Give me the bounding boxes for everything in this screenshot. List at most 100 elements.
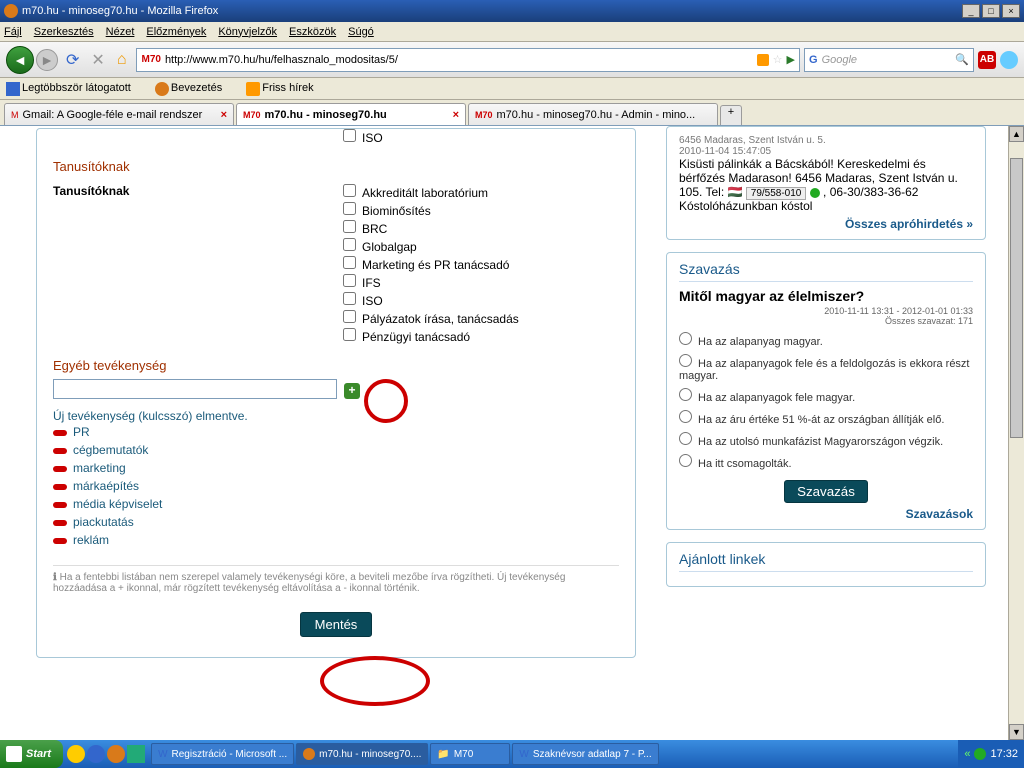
links-box: Ajánlott linkek	[666, 542, 986, 587]
checkbox-option[interactable]: Biominősítés	[343, 202, 519, 220]
remove-icon[interactable]	[53, 502, 67, 508]
scrollbar[interactable]: ▲ ▼	[1008, 126, 1024, 740]
checkbox-input[interactable]	[343, 184, 356, 197]
hint-text: ℹ Ha a fentebbi listában nem szerepel va…	[53, 565, 619, 594]
ql-icon[interactable]	[87, 745, 105, 763]
remove-icon[interactable]	[53, 448, 67, 454]
checkbox-option[interactable]: BRC	[343, 220, 519, 238]
menu-help[interactable]: Súgó	[348, 26, 374, 38]
poll-option[interactable]: Ha itt csomagolták.	[679, 454, 973, 470]
taskbar-item[interactable]: 📁M70	[430, 743, 510, 765]
bookmark-star-icon[interactable]: ☆	[773, 53, 783, 66]
checkbox-input[interactable]	[343, 238, 356, 251]
folder-icon: 📁	[437, 749, 449, 760]
remove-icon[interactable]	[53, 430, 67, 436]
menu-file[interactable]: Fájl	[4, 26, 22, 38]
checkbox-option[interactable]: IFS	[343, 274, 519, 292]
radio-input[interactable]	[679, 410, 692, 423]
scroll-down-icon[interactable]: ▼	[1009, 724, 1024, 740]
search-box[interactable]: G Google 🔍	[804, 48, 974, 72]
scroll-thumb[interactable]	[1010, 158, 1023, 438]
menu-view[interactable]: Nézet	[106, 26, 135, 38]
ql-icon[interactable]	[127, 745, 145, 763]
checkbox-input[interactable]	[343, 310, 356, 323]
taskbar-item[interactable]: WSzaknévsor adatlap 7 - P...	[512, 743, 658, 765]
remove-icon[interactable]	[53, 484, 67, 490]
checkbox-option[interactable]: Globalgap	[343, 238, 519, 256]
adblock-icon[interactable]: AB	[978, 51, 996, 69]
poll-option[interactable]: Ha az utolsó munkafázist Magyarországon …	[679, 432, 973, 448]
tab-close-icon[interactable]: ×	[215, 109, 227, 121]
start-button[interactable]: Start	[0, 740, 63, 768]
remove-icon[interactable]	[53, 520, 67, 526]
ie-tab-icon[interactable]	[1000, 51, 1018, 69]
taskbar-item[interactable]: m70.hu - minoseg70....	[296, 743, 428, 765]
radio-input[interactable]	[679, 388, 692, 401]
radio-input[interactable]	[679, 332, 692, 345]
reload-icon[interactable]: ⟳	[66, 50, 79, 70]
go-icon[interactable]: ▶	[787, 53, 795, 66]
taskbar-item[interactable]: WRegisztráció - Microsoft ...	[151, 743, 294, 765]
poll-option[interactable]: Ha az alapanyagok fele és a feldolgozás …	[679, 354, 973, 382]
menu-bookmarks[interactable]: Könyvjelzők	[218, 26, 277, 38]
stop-icon[interactable]: ✕	[91, 50, 104, 70]
remove-icon[interactable]	[53, 466, 67, 472]
checkbox-input[interactable]	[343, 292, 356, 305]
tab-m70-admin[interactable]: M70 m70.hu - minoseg70.hu - Admin - mino…	[468, 103, 718, 125]
search-placeholder: Google	[822, 54, 857, 66]
ql-icon[interactable]	[67, 745, 85, 763]
checkbox-option[interactable]: Marketing és PR tanácsadó	[343, 256, 519, 274]
radio-input[interactable]	[679, 454, 692, 467]
poll-option[interactable]: Ha az áru értéke 51 %-át az országban ál…	[679, 410, 973, 426]
tab-strip: M Gmail: A Google-féle e-mail rendszer ×…	[0, 100, 1024, 126]
checkbox-input[interactable]	[343, 328, 356, 341]
close-button[interactable]: ×	[1002, 4, 1020, 18]
poll-option[interactable]: Ha az alapanyag magyar.	[679, 332, 973, 348]
back-button[interactable]: ◄	[6, 46, 34, 74]
menu-tools[interactable]: Eszközök	[289, 26, 336, 38]
system-tray[interactable]: « 17:32	[958, 740, 1024, 768]
save-button[interactable]: Mentés	[300, 612, 373, 637]
vote-button[interactable]: Szavazás	[784, 480, 868, 503]
checkbox-option[interactable]: Pénzügyi tanácsadó	[343, 328, 519, 346]
checkbox-input[interactable]	[343, 274, 356, 287]
bm-most[interactable]: Legtöbbször látogatott	[6, 82, 143, 96]
activity-input[interactable]	[53, 379, 337, 399]
ql-icon[interactable]	[107, 745, 125, 763]
checkbox-input[interactable]	[343, 202, 356, 215]
tab-m70[interactable]: M70 m70.hu - minoseg70.hu ×	[236, 103, 466, 125]
scroll-up-icon[interactable]: ▲	[1009, 126, 1024, 142]
checkbox-option[interactable]: Pályázatok írása, tanácsadás	[343, 310, 519, 328]
checkbox-option[interactable]: ISO	[343, 292, 519, 310]
add-button[interactable]: +	[344, 383, 360, 399]
checkbox-input[interactable]	[343, 129, 356, 142]
maximize-button[interactable]: □	[982, 4, 1000, 18]
all-ads-link[interactable]: Összes apróhirdetés »	[679, 217, 973, 231]
checkbox-input[interactable]	[343, 256, 356, 269]
radio-input[interactable]	[679, 432, 692, 445]
remove-icon[interactable]	[53, 538, 67, 544]
results-link[interactable]: Szavazások	[679, 507, 973, 521]
minimize-button[interactable]: _	[962, 4, 980, 18]
tab-close-icon[interactable]: ×	[447, 109, 459, 121]
menu-history[interactable]: Előzmények	[146, 26, 206, 38]
menu-edit[interactable]: Szerkesztés	[34, 26, 94, 38]
tray-icon[interactable]: «	[964, 748, 970, 760]
bm-intro[interactable]: Bevezetés	[155, 82, 234, 96]
radio-input[interactable]	[679, 354, 692, 367]
keyword-item: marketing	[53, 459, 619, 477]
search-go-icon[interactable]: 🔍	[955, 53, 969, 66]
home-icon[interactable]: ⌂	[117, 51, 127, 69]
tray-icon[interactable]	[974, 748, 986, 760]
feed-icon[interactable]	[757, 54, 769, 66]
new-tab-button[interactable]: +	[720, 105, 742, 125]
tab-gmail[interactable]: M Gmail: A Google-féle e-mail rendszer ×	[4, 103, 234, 125]
checkbox-input[interactable]	[343, 220, 356, 233]
checkbox-option[interactable]: Akkreditált laboratórium	[343, 184, 519, 202]
poll-option[interactable]: Ha az alapanyagok fele magyar.	[679, 388, 973, 404]
google-icon: G	[809, 54, 818, 66]
forward-button[interactable]: ►	[36, 49, 58, 71]
checkbox-iso-top[interactable]: ISO	[343, 129, 619, 147]
url-bar[interactable]: M70 http://www.m70.hu/hu/felhasznalo_mod…	[136, 48, 800, 72]
bm-news[interactable]: Friss hírek	[246, 82, 325, 96]
